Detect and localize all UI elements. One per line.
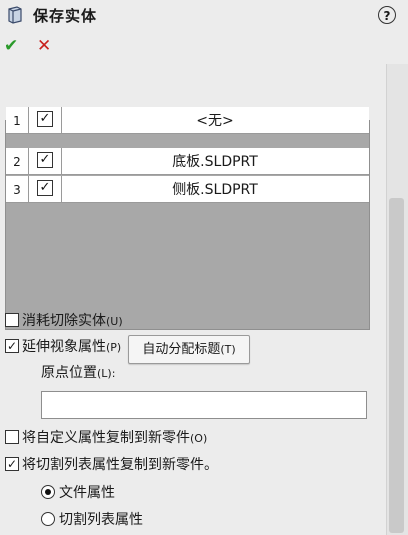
cutlist-properties-radio[interactable]: [41, 512, 55, 526]
consume-cut-label[interactable]: 消耗切除实体(U): [22, 310, 123, 330]
row-file-name[interactable]: 侧板.SLDPRT: [62, 176, 368, 202]
row-checkbox-cell: ✓: [29, 176, 62, 202]
row-number: 2: [6, 148, 29, 174]
table-row[interactable]: 3 ✓ 侧板.SLDPRT: [6, 176, 369, 203]
consume-cut-checkbox[interactable]: [5, 313, 19, 327]
table-row[interactable]: 1 ✓ <无>: [6, 107, 369, 134]
auto-assign-names-button[interactable]: 自动分配标题(T): [128, 335, 250, 364]
file-properties-radio[interactable]: [41, 485, 55, 499]
bodies-grid: 1 ✓ <无> 2 ✓ 底板.SLDPRT 3 ✓ 侧板.SLDPRT: [5, 107, 370, 330]
copy-custom-props-checkbox[interactable]: [5, 430, 19, 444]
ok-button[interactable]: ✔: [4, 36, 18, 56]
propagate-visual-label[interactable]: 延伸视象属性(P): [22, 336, 121, 356]
table-row[interactable]: 2 ✓ 底板.SLDPRT: [6, 148, 369, 175]
row-checkbox-cell: ✓: [29, 107, 62, 133]
help-icon[interactable]: ?: [378, 6, 396, 24]
save-bodies-icon: [8, 6, 22, 24]
row-checkbox[interactable]: ✓: [37, 152, 53, 168]
auto-assign-label: 自动分配标题: [142, 342, 221, 357]
properties-panel: 1 ✓ <无> 2 ✓ 底板.SLDPRT 3 ✓ 侧板.SLDPRT 自动分配…: [0, 64, 386, 535]
origin-location-label: 原点位置(L):: [41, 365, 116, 381]
row-checkbox-cell: ✓: [29, 148, 62, 174]
scrollbar-thumb[interactable]: [389, 198, 404, 533]
propagate-visual-checkbox[interactable]: ✓: [5, 339, 19, 353]
row-checkbox[interactable]: ✓: [37, 111, 53, 127]
copy-custom-props-label[interactable]: 将自定义属性复制到新零件(O): [22, 427, 207, 447]
cutlist-properties-label[interactable]: 切割列表属性: [59, 509, 143, 529]
copy-cutlist-props-checkbox[interactable]: ✓: [5, 457, 19, 471]
row-checkbox[interactable]: ✓: [37, 180, 53, 196]
row-file-name[interactable]: 底板.SLDPRT: [62, 148, 368, 174]
title-bar: 保存实体 ?: [0, 0, 408, 32]
row-file-name[interactable]: <无>: [62, 107, 368, 133]
row-number: 1: [6, 107, 29, 133]
cancel-button[interactable]: ✕: [37, 36, 51, 56]
origin-location-input[interactable]: [41, 391, 367, 419]
auto-assign-shortcut: (T): [220, 343, 236, 356]
window-title: 保存实体: [33, 7, 98, 25]
row-number: 3: [6, 176, 29, 202]
file-properties-label[interactable]: 文件属性: [59, 482, 115, 502]
copy-cutlist-props-label[interactable]: 将切割列表属性复制到新零件。: [22, 454, 218, 474]
radio-selected-dot: [45, 489, 51, 495]
